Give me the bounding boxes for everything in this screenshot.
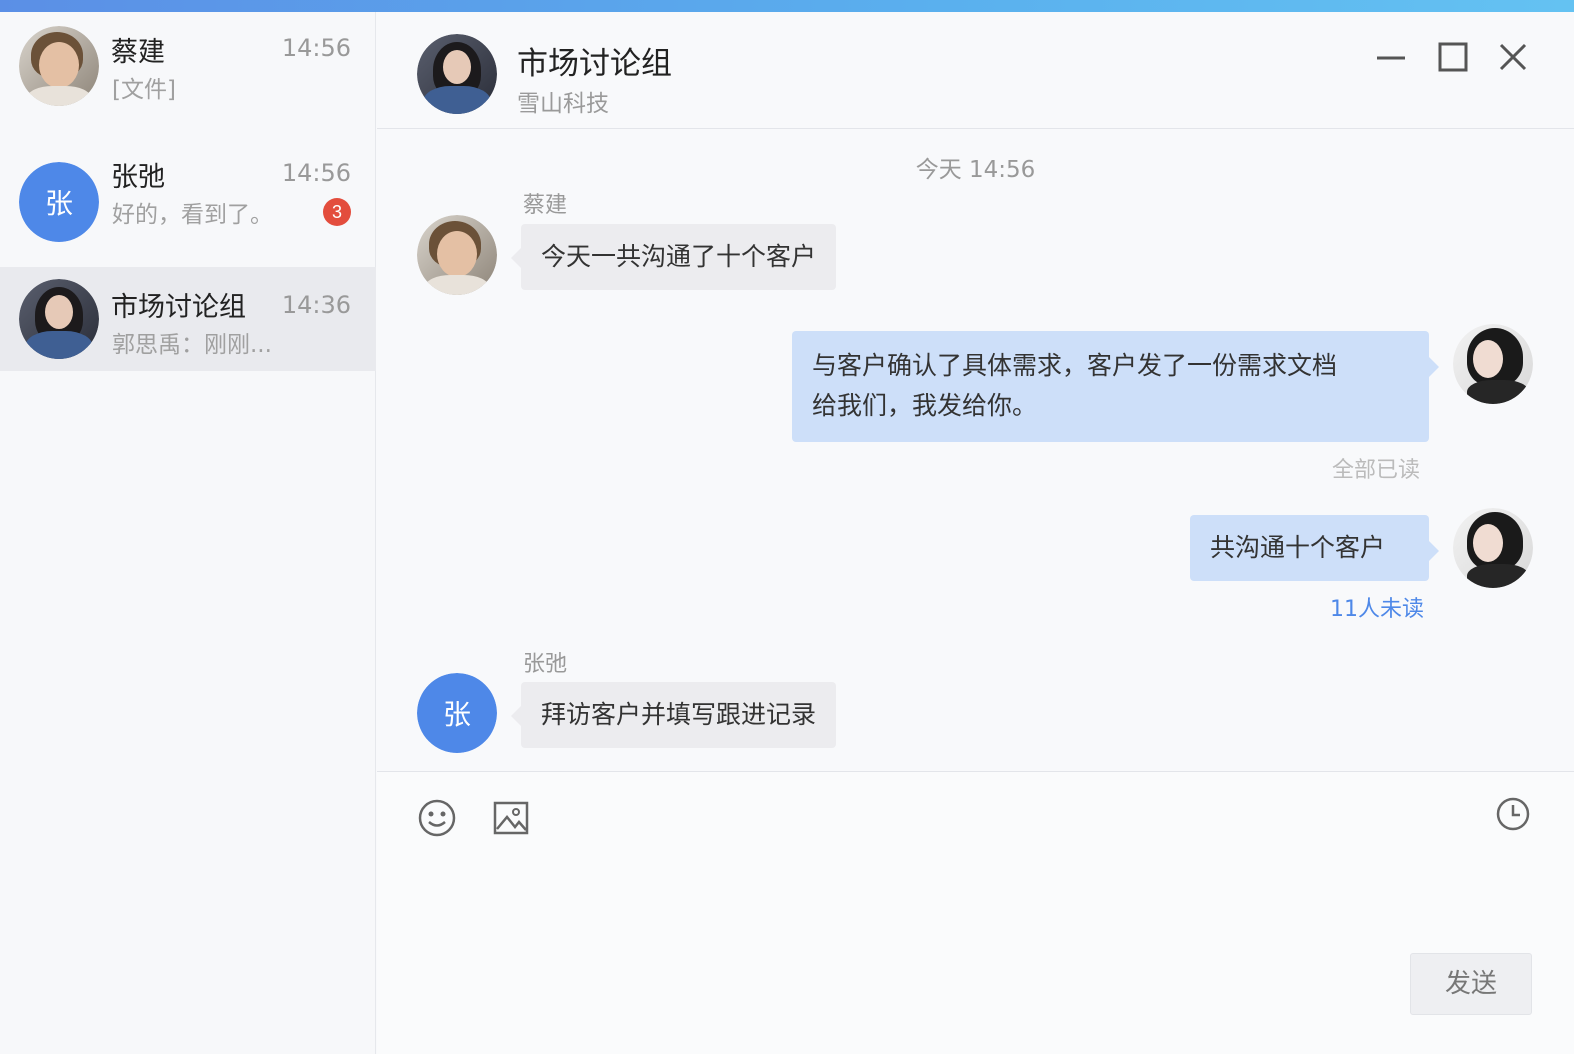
conversation-preview: 郭思禹：刚刚... [112,332,272,358]
close-icon[interactable] [1495,40,1531,76]
conversation-item-caijian[interactable]: 蔡建 14:56 [文件] [0,12,376,116]
message-bubble-incoming: 拜访客户并填写跟进记录 [510,682,837,748]
image-icon[interactable] [493,801,529,835]
chat-title: 市场讨论组 [517,46,672,82]
group-avatar [417,34,497,114]
message-bubble-incoming: 今天一共沟通了十个客户 [510,224,837,290]
message-text: 与客户确认了具体需求，客户发了一份需求文档 [812,351,1338,380]
group-avatar [19,279,99,359]
history-clock-icon[interactable] [1495,796,1531,832]
chat-header: 市场讨论组 雪山科技 [377,12,1574,129]
avatar: 张 [19,162,99,242]
conversation-preview: 好的，看到了。 [112,202,273,228]
conversation-time: 14:56 [281,159,351,187]
window-title-bar [0,0,1574,12]
message-sender: 张弛 [523,652,568,677]
maximize-icon[interactable] [1435,40,1471,76]
conversation-name: 市场讨论组 [111,292,246,323]
unread-status-link[interactable]: 11人未读 [1330,591,1424,623]
conversation-name: 蔡建 [111,37,165,68]
emoji-icon[interactable] [417,798,457,838]
message-timestamp: 今天 14:56 [915,157,1036,183]
minimize-icon[interactable] [1373,40,1409,76]
chat-subtitle: 雪山科技 [517,91,609,117]
conversation-item-zhangchi[interactable]: 张 张弛 14:56 好的，看到了。 [0,137,376,242]
message-bubble-outgoing: 共沟通十个客户 [1190,515,1439,581]
my-avatar [1453,324,1533,404]
conversation-preview: [文件] [112,77,176,103]
message-text: 给我们，我发给你。 [812,391,1038,420]
unread-badge: 3 [323,198,351,226]
message-composer: 发送 [377,771,1574,1054]
conversation-sidebar: 蔡建 14:56 [文件] 张 张弛 14:56 好的，看到了。 3 市场讨论组… [0,12,376,1054]
my-avatar [1453,508,1533,588]
send-button[interactable]: 发送 [1410,953,1532,1015]
avatar: 张 [417,673,497,753]
avatar [417,215,497,295]
read-status: 全部已读 [1332,458,1421,483]
message-bubble-outgoing: 与客户确认了具体需求，客户发了一份需求文档 给我们，我发给你。 [792,331,1439,442]
message-input[interactable] [417,852,1527,942]
avatar [19,26,99,106]
conversation-name: 张弛 [111,162,165,193]
conversation-time: 14:36 [281,291,351,319]
conversation-item-market-group[interactable]: 市场讨论组 14:36 郭思禹：刚刚... [0,267,376,371]
message-sender: 蔡建 [523,193,568,218]
conversation-time: 14:56 [281,34,351,62]
